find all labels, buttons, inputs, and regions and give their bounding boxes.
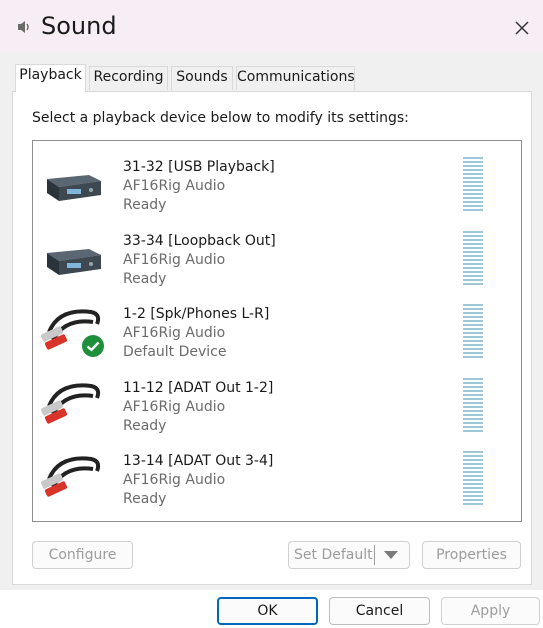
volume-meter [463, 304, 483, 360]
close-icon[interactable] [510, 16, 534, 40]
properties-button[interactable]: Properties [422, 541, 521, 569]
title-bar: Sound [0, 0, 543, 52]
apply-button[interactable]: Apply [441, 597, 540, 625]
usb-audio-device-icon [47, 249, 101, 275]
tab-sounds[interactable]: Sounds [171, 66, 233, 90]
volume-meter [463, 451, 483, 507]
volume-meter [463, 157, 483, 213]
split-separator [374, 545, 375, 565]
tab-recording[interactable]: Recording [89, 66, 168, 90]
device-status: Ready [123, 418, 167, 434]
device-item-adat-out-1-2[interactable]: 11-12 [ADAT Out 1-2] AF16Rig Audio Ready [33, 368, 503, 438]
instruction-text: Select a playback device below to modify… [32, 110, 409, 126]
rca-cable-icon [40, 383, 101, 424]
device-name: 13-14 [ADAT Out 3-4] [123, 453, 274, 469]
device-name: 33-34 [Loopback Out] [123, 233, 276, 249]
device-description: AF16Rig Audio [123, 252, 226, 268]
set-default-label: Set Default [294, 547, 373, 563]
cancel-button[interactable]: Cancel [329, 597, 430, 625]
device-name: 31-32 [USB Playback] [123, 159, 275, 175]
ok-button[interactable]: OK [217, 597, 318, 625]
device-description: AF16Rig Audio [123, 325, 226, 341]
volume-meter [463, 231, 483, 287]
tab-playback[interactable]: Playback [15, 64, 86, 92]
chevron-down-icon[interactable] [384, 551, 398, 559]
device-status: Ready [123, 271, 167, 287]
volume-meter [463, 378, 483, 434]
speaker-icon [18, 21, 29, 33]
usb-audio-device-icon [47, 175, 101, 201]
device-status: Default Device [123, 344, 227, 360]
device-description: AF16Rig Audio [123, 399, 226, 415]
default-device-check-icon [82, 335, 104, 357]
device-status: Ready [123, 197, 167, 213]
tab-communications[interactable]: Communications [236, 66, 355, 90]
device-status: Ready [123, 491, 167, 507]
window-title: Sound [41, 12, 117, 40]
device-item-usb-playback[interactable]: 31-32 [USB Playback] AF16Rig Audio Ready [33, 147, 503, 217]
device-description: AF16Rig Audio [123, 178, 226, 194]
device-name: 11-12 [ADAT Out 1-2] [123, 380, 274, 396]
device-item-spk-phones[interactable]: 1-2 [Spk/Phones L-R] AF16Rig Audio Defau… [33, 294, 503, 364]
device-list[interactable]: 31-32 [USB Playback] AF16Rig Audio Ready… [32, 140, 522, 522]
device-description: AF16Rig Audio [123, 472, 226, 488]
device-item-adat-out-3-4[interactable]: 13-14 [ADAT Out 3-4] AF16Rig Audio Ready [33, 441, 503, 511]
device-item-loopback-out[interactable]: 33-34 [Loopback Out] AF16Rig Audio Ready [33, 221, 503, 291]
configure-button[interactable]: Configure [32, 541, 133, 569]
rca-cable-icon [40, 456, 101, 497]
device-name: 1-2 [Spk/Phones L-R] [123, 306, 270, 322]
